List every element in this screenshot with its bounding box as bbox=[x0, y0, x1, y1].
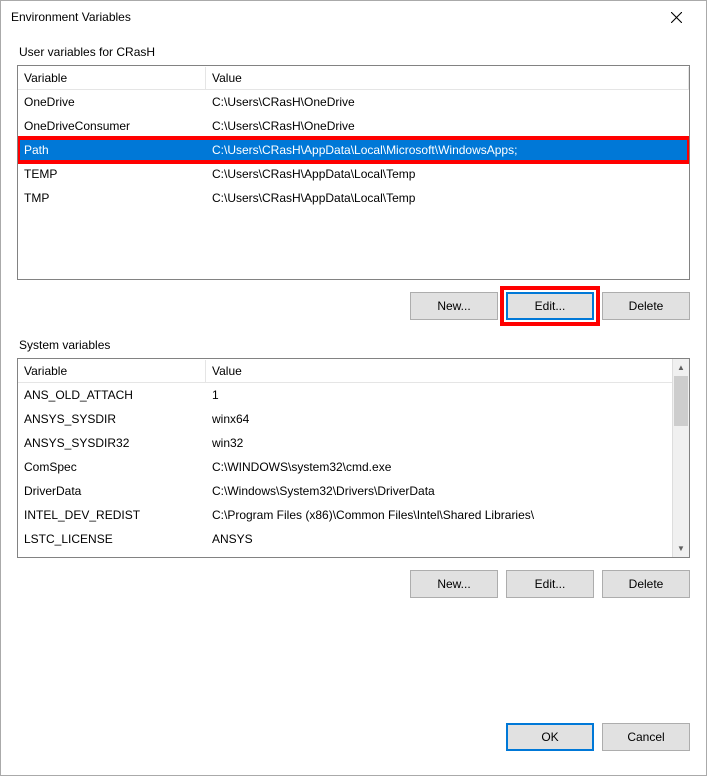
user-variables-group: User variables for CRasH Variable Value … bbox=[17, 45, 690, 320]
cell-variable: ANS_OLD_ATTACH bbox=[18, 385, 206, 405]
user-delete-button[interactable]: Delete bbox=[602, 292, 690, 320]
column-header-variable[interactable]: Variable bbox=[18, 360, 206, 382]
table-row[interactable]: DriverData C:\Windows\System32\Drivers\D… bbox=[18, 479, 689, 503]
cell-value: C:\Windows\System32\Drivers\DriverData bbox=[206, 481, 689, 501]
table-row[interactable]: ANSYS_SYSDIR32 win32 bbox=[18, 431, 689, 455]
table-row[interactable]: ANSYS_SYSDIR winx64 bbox=[18, 407, 689, 431]
cell-value: C:\WINDOWS\system32\cmd.exe bbox=[206, 457, 689, 477]
cell-value: 1 bbox=[206, 385, 689, 405]
cell-value: C:\Users\CRasH\OneDrive bbox=[206, 116, 689, 136]
table-row[interactable]: OneDrive C:\Users\CRasH\OneDrive bbox=[18, 90, 689, 114]
table-row[interactable]: ComSpec C:\WINDOWS\system32\cmd.exe bbox=[18, 455, 689, 479]
system-table-body: ANS_OLD_ATTACH 1 ANSYS_SYSDIR winx64 ANS… bbox=[18, 383, 689, 551]
scroll-thumb[interactable] bbox=[674, 376, 688, 426]
scroll-down-arrow-icon[interactable]: ▼ bbox=[673, 540, 689, 557]
cell-variable: OneDriveConsumer bbox=[18, 116, 206, 136]
table-row[interactable]: INTEL_DEV_REDIST C:\Program Files (x86)\… bbox=[18, 503, 689, 527]
table-row[interactable]: ANS_OLD_ATTACH 1 bbox=[18, 383, 689, 407]
titlebar: Environment Variables bbox=[1, 1, 706, 33]
user-table-header: Variable Value bbox=[18, 66, 689, 90]
cell-variable: TEMP bbox=[18, 164, 206, 184]
system-edit-button[interactable]: Edit... bbox=[506, 570, 594, 598]
cell-variable: TMP bbox=[18, 188, 206, 208]
system-delete-button[interactable]: Delete bbox=[602, 570, 690, 598]
column-header-variable[interactable]: Variable bbox=[18, 67, 206, 89]
ok-button[interactable]: OK bbox=[506, 723, 594, 751]
cell-value: C:\Users\CRasH\AppData\Local\Temp bbox=[206, 188, 689, 208]
system-variables-group: System variables Variable Value ANS_OLD_… bbox=[17, 338, 690, 598]
cell-variable: Path bbox=[18, 140, 206, 160]
user-new-button[interactable]: New... bbox=[410, 292, 498, 320]
cell-variable: LSTC_LICENSE bbox=[18, 529, 206, 549]
table-row[interactable]: OneDriveConsumer C:\Users\CRasH\OneDrive bbox=[18, 114, 689, 138]
dialog-content: User variables for CRasH Variable Value … bbox=[1, 33, 706, 709]
cell-value: ANSYS bbox=[206, 529, 689, 549]
cell-value: winx64 bbox=[206, 409, 689, 429]
column-header-value[interactable]: Value bbox=[206, 360, 689, 382]
dialog-footer: OK Cancel bbox=[1, 709, 706, 775]
cell-value: win32 bbox=[206, 433, 689, 453]
close-icon bbox=[671, 12, 682, 23]
cell-variable: DriverData bbox=[18, 481, 206, 501]
cell-value: C:\Program Files (x86)\Common Files\Inte… bbox=[206, 505, 689, 525]
user-edit-button[interactable]: Edit... bbox=[506, 292, 594, 320]
system-variables-table[interactable]: Variable Value ANS_OLD_ATTACH 1 ANSYS_SY… bbox=[17, 358, 690, 558]
user-table-body: OneDrive C:\Users\CRasH\OneDrive OneDriv… bbox=[18, 90, 689, 210]
cell-variable: ComSpec bbox=[18, 457, 206, 477]
window-title: Environment Variables bbox=[11, 10, 131, 24]
system-group-label: System variables bbox=[17, 338, 690, 352]
system-buttons: New... Edit... Delete bbox=[17, 570, 690, 598]
table-row[interactable]: TMP C:\Users\CRasH\AppData\Local\Temp bbox=[18, 186, 689, 210]
table-row[interactable]: LSTC_LICENSE ANSYS bbox=[18, 527, 689, 551]
scroll-up-arrow-icon[interactable]: ▲ bbox=[673, 359, 689, 376]
cell-value: C:\Users\CRasH\OneDrive bbox=[206, 92, 689, 112]
column-header-value[interactable]: Value bbox=[206, 67, 689, 89]
system-new-button[interactable]: New... bbox=[410, 570, 498, 598]
close-button[interactable] bbox=[656, 3, 696, 31]
cell-variable: INTEL_DEV_REDIST bbox=[18, 505, 206, 525]
cancel-button[interactable]: Cancel bbox=[602, 723, 690, 751]
table-row[interactable]: TEMP C:\Users\CRasH\AppData\Local\Temp bbox=[18, 162, 689, 186]
cell-value: C:\Users\CRasH\AppData\Local\Temp bbox=[206, 164, 689, 184]
user-variables-table[interactable]: Variable Value OneDrive C:\Users\CRasH\O… bbox=[17, 65, 690, 280]
cell-value: C:\Users\CRasH\AppData\Local\Microsoft\W… bbox=[206, 140, 689, 160]
table-row-path[interactable]: Path C:\Users\CRasH\AppData\Local\Micros… bbox=[18, 138, 689, 162]
cell-variable: ANSYS_SYSDIR bbox=[18, 409, 206, 429]
system-scrollbar[interactable]: ▲ ▼ bbox=[672, 359, 689, 557]
cell-variable: ANSYS_SYSDIR32 bbox=[18, 433, 206, 453]
cell-variable: OneDrive bbox=[18, 92, 206, 112]
user-buttons: New... Edit... Delete bbox=[17, 292, 690, 320]
system-table-header: Variable Value bbox=[18, 359, 689, 383]
user-group-label: User variables for CRasH bbox=[17, 45, 690, 59]
